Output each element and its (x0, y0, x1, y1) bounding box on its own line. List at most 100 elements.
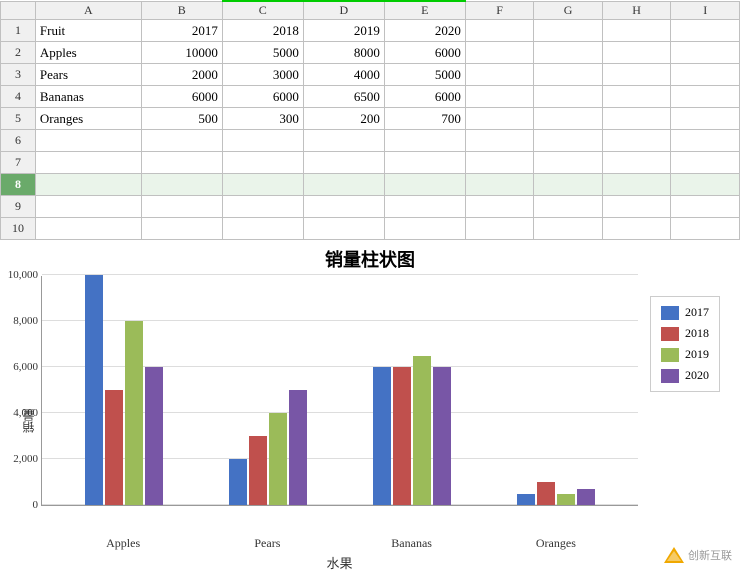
cell-r7-c3[interactable] (303, 152, 384, 174)
cell-r6-c2[interactable] (222, 130, 303, 152)
col-header-I[interactable]: I (671, 1, 740, 20)
cell-r2-c8[interactable] (671, 42, 740, 64)
cell-r4-c2[interactable]: 6000 (222, 86, 303, 108)
row-header-1[interactable]: 1 (1, 20, 36, 42)
cell-r2-c2[interactable]: 5000 (222, 42, 303, 64)
cell-r6-c6[interactable] (534, 130, 603, 152)
cell-r4-c5[interactable] (465, 86, 534, 108)
cell-r4-c7[interactable] (602, 86, 671, 108)
cell-r5-c1[interactable]: 500 (141, 108, 222, 130)
cell-r9-c3[interactable] (303, 196, 384, 218)
cell-r5-c4[interactable]: 700 (384, 108, 465, 130)
cell-r9-c5[interactable] (465, 196, 534, 218)
col-header-C[interactable]: C (222, 1, 303, 20)
cell-r10-c2[interactable] (222, 218, 303, 240)
row-header-6[interactable]: 6 (1, 130, 36, 152)
cell-r9-c1[interactable] (141, 196, 222, 218)
cell-r2-c6[interactable] (534, 42, 603, 64)
cell-r6-c4[interactable] (384, 130, 465, 152)
cell-r8-c7[interactable] (602, 174, 671, 196)
col-header-G[interactable]: G (534, 1, 603, 20)
cell-r7-c7[interactable] (602, 152, 671, 174)
cell-r6-c5[interactable] (465, 130, 534, 152)
cell-r2-c3[interactable]: 8000 (303, 42, 384, 64)
cell-r5-c3[interactable]: 200 (303, 108, 384, 130)
cell-r10-c7[interactable] (602, 218, 671, 240)
cell-r1-c4[interactable]: 2020 (384, 20, 465, 42)
row-header-4[interactable]: 4 (1, 86, 36, 108)
cell-r7-c8[interactable] (671, 152, 740, 174)
cell-r1-c2[interactable]: 2018 (222, 20, 303, 42)
col-header-F[interactable]: F (465, 1, 534, 20)
cell-r5-c6[interactable] (534, 108, 603, 130)
cell-r1-c8[interactable] (671, 20, 740, 42)
cell-r4-c8[interactable] (671, 86, 740, 108)
cell-r9-c2[interactable] (222, 196, 303, 218)
cell-r2-c5[interactable] (465, 42, 534, 64)
cell-r7-c5[interactable] (465, 152, 534, 174)
cell-r3-c0[interactable]: Pears (35, 64, 141, 86)
row-header-10[interactable]: 10 (1, 218, 36, 240)
col-header-B[interactable]: B (141, 1, 222, 20)
cell-r3-c6[interactable] (534, 64, 603, 86)
cell-r5-c7[interactable] (602, 108, 671, 130)
cell-r10-c6[interactable] (534, 218, 603, 240)
row-header-9[interactable]: 9 (1, 196, 36, 218)
cell-r5-c5[interactable] (465, 108, 534, 130)
cell-r10-c8[interactable] (671, 218, 740, 240)
cell-r8-c5[interactable] (465, 174, 534, 196)
cell-r7-c1[interactable] (141, 152, 222, 174)
col-header-D[interactable]: D (303, 1, 384, 20)
cell-r3-c2[interactable]: 3000 (222, 64, 303, 86)
row-header-5[interactable]: 5 (1, 108, 36, 130)
col-header-A[interactable]: A (35, 1, 141, 20)
cell-r9-c4[interactable] (384, 196, 465, 218)
cell-r10-c5[interactable] (465, 218, 534, 240)
cell-r9-c6[interactable] (534, 196, 603, 218)
cell-r10-c3[interactable] (303, 218, 384, 240)
cell-r7-c6[interactable] (534, 152, 603, 174)
cell-r3-c1[interactable]: 2000 (141, 64, 222, 86)
cell-r3-c7[interactable] (602, 64, 671, 86)
row-header-3[interactable]: 3 (1, 64, 36, 86)
cell-r3-c5[interactable] (465, 64, 534, 86)
cell-r1-c1[interactable]: 2017 (141, 20, 222, 42)
cell-r5-c2[interactable]: 300 (222, 108, 303, 130)
cell-r6-c7[interactable] (602, 130, 671, 152)
cell-r2-c7[interactable] (602, 42, 671, 64)
cell-r3-c8[interactable] (671, 64, 740, 86)
cell-r2-c1[interactable]: 10000 (141, 42, 222, 64)
cell-r1-c7[interactable] (602, 20, 671, 42)
cell-r4-c0[interactable]: Bananas (35, 86, 141, 108)
cell-r1-c6[interactable] (534, 20, 603, 42)
cell-r8-c2[interactable] (222, 174, 303, 196)
cell-r3-c3[interactable]: 4000 (303, 64, 384, 86)
cell-r6-c3[interactable] (303, 130, 384, 152)
cell-r6-c1[interactable] (141, 130, 222, 152)
cell-r6-c0[interactable] (35, 130, 141, 152)
cell-r8-c8[interactable] (671, 174, 740, 196)
cell-r4-c1[interactable]: 6000 (141, 86, 222, 108)
cell-r7-c2[interactable] (222, 152, 303, 174)
cell-r5-c8[interactable] (671, 108, 740, 130)
cell-r1-c5[interactable] (465, 20, 534, 42)
cell-r6-c8[interactable] (671, 130, 740, 152)
cell-r8-c4[interactable] (384, 174, 465, 196)
cell-r3-c4[interactable]: 5000 (384, 64, 465, 86)
cell-r9-c8[interactable] (671, 196, 740, 218)
cell-r4-c3[interactable]: 6500 (303, 86, 384, 108)
cell-r8-c0[interactable] (35, 174, 141, 196)
cell-r9-c7[interactable] (602, 196, 671, 218)
cell-r4-c4[interactable]: 6000 (384, 86, 465, 108)
cell-r1-c3[interactable]: 2019 (303, 20, 384, 42)
row-header-2[interactable]: 2 (1, 42, 36, 64)
cell-r2-c4[interactable]: 6000 (384, 42, 465, 64)
cell-r4-c6[interactable] (534, 86, 603, 108)
cell-r7-c0[interactable] (35, 152, 141, 174)
row-header-7[interactable]: 7 (1, 152, 36, 174)
cell-r10-c0[interactable] (35, 218, 141, 240)
col-header-E[interactable]: E (384, 1, 465, 20)
cell-r8-c1[interactable] (141, 174, 222, 196)
cell-r5-c0[interactable]: Oranges (35, 108, 141, 130)
cell-r1-c0[interactable]: Fruit (35, 20, 141, 42)
